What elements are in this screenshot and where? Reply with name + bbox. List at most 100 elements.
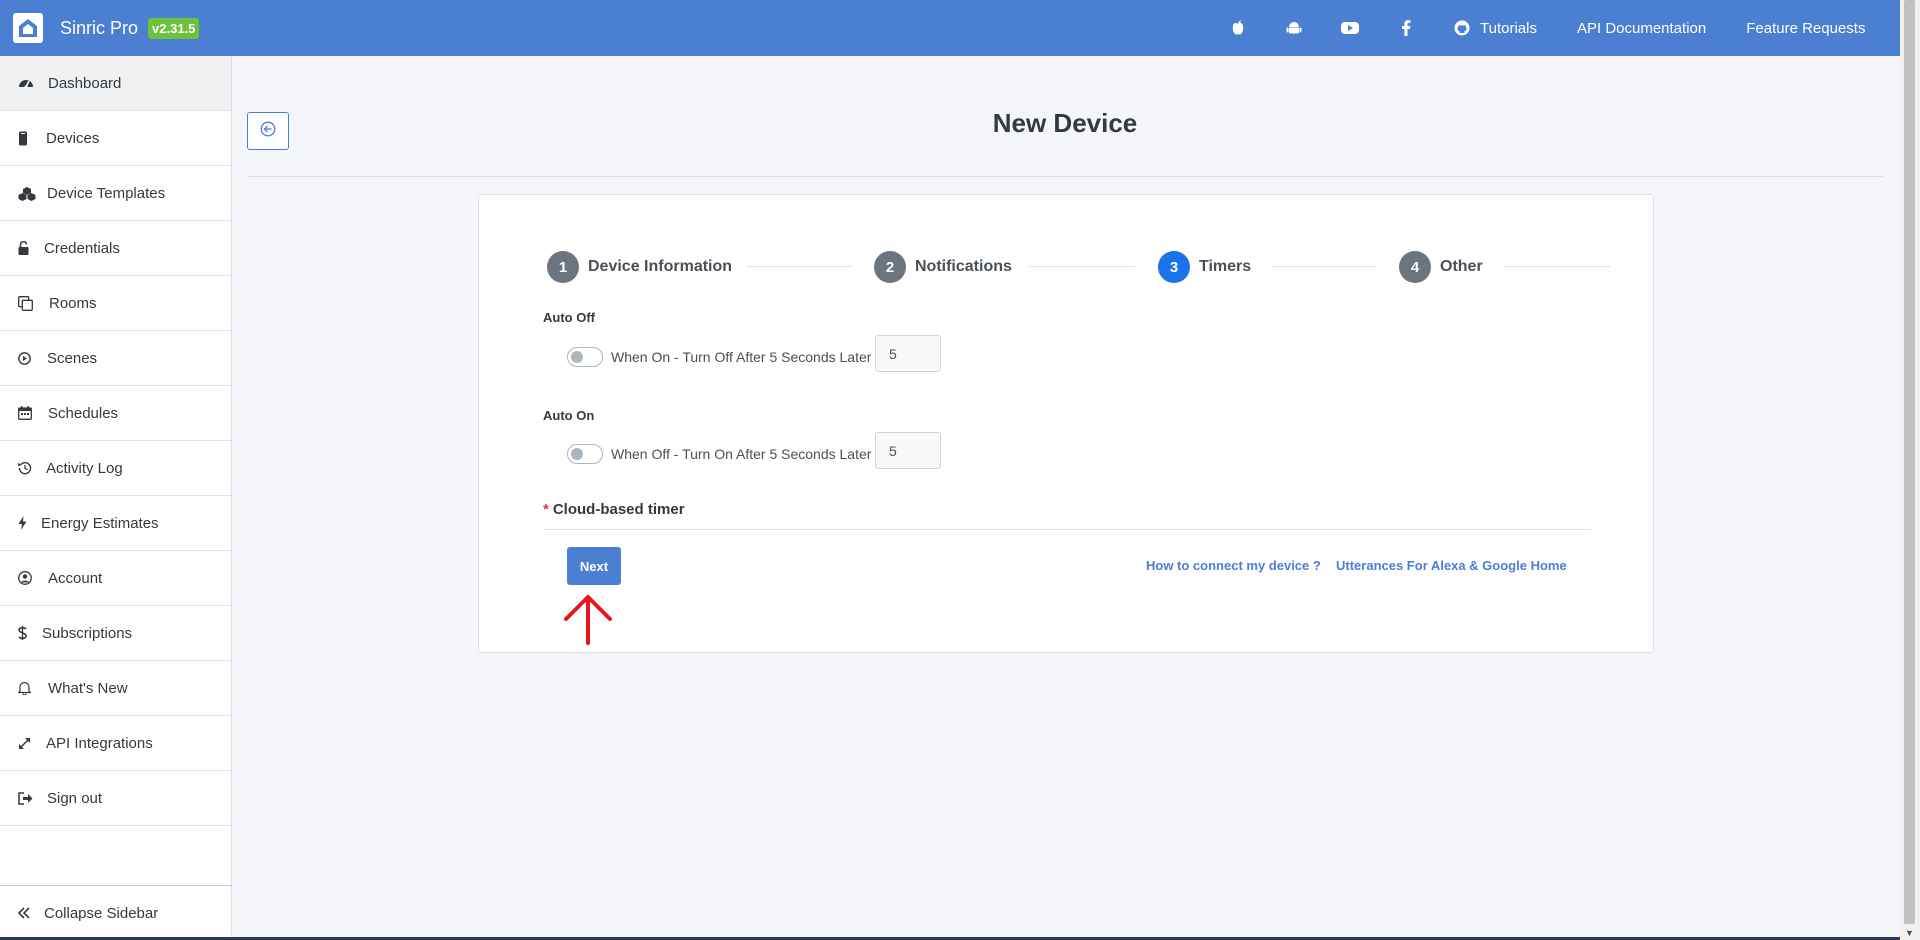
- sidebar-item-label: Devices: [46, 129, 100, 147]
- feature-requests-link[interactable]: Feature Requests: [1746, 20, 1865, 37]
- next-button[interactable]: Next: [567, 547, 621, 585]
- step-connector: [1029, 266, 1135, 267]
- brand[interactable]: Sinric Pro v2.31.5: [0, 0, 200, 56]
- history-icon: [18, 461, 46, 475]
- top-navbar: Sinric Pro v2.31.5 Tutorials API Documen…: [0, 0, 1900, 56]
- step-number: 2: [874, 251, 906, 283]
- sidebar-item-label: Credentials: [44, 239, 120, 257]
- sidebar-item-label: Sign out: [47, 789, 103, 807]
- auto-on-seconds-input[interactable]: [875, 432, 941, 469]
- circle-arrow-left-icon: [260, 121, 276, 142]
- collapse-sidebar-label: Collapse Sidebar: [44, 904, 159, 922]
- scenes-icon: [18, 351, 47, 365]
- sidebar-item-label: What's New: [48, 679, 128, 697]
- cloud-timer-heading: * Cloud-based timer: [543, 501, 685, 518]
- android-icon[interactable]: [1266, 0, 1322, 56]
- device-icon: [18, 131, 46, 146]
- scroll-down-arrow-icon[interactable]: ▼: [1905, 928, 1914, 938]
- sidebar-item-schedules[interactable]: Schedules: [0, 386, 231, 441]
- rooms-icon: [18, 295, 49, 311]
- sidebar-item-label: Activity Log: [46, 459, 123, 477]
- auto-on-description: When Off - Turn On After 5 Seconds Later: [611, 446, 872, 462]
- title-divider: [247, 176, 1884, 177]
- sidebar-item-label: Energy Estimates: [41, 514, 159, 532]
- step-number: 3: [1158, 251, 1190, 283]
- scrollbar-thumb[interactable]: [1904, 0, 1915, 924]
- sidebar-item-dashboard[interactable]: Dashboard: [0, 56, 231, 111]
- version-badge: v2.31.5: [148, 17, 200, 39]
- vertical-scrollbar[interactable]: ▼: [1900, 0, 1920, 940]
- sidebar-item-sign-out[interactable]: Sign out: [0, 771, 231, 826]
- sidebar-item-energy-estimates[interactable]: Energy Estimates: [0, 496, 231, 551]
- step-label: Other: [1440, 258, 1483, 275]
- sidebar-item-activity-log[interactable]: Activity Log: [0, 441, 231, 496]
- sidebar-item-credentials[interactable]: Credentials: [0, 221, 231, 276]
- step-label: Timers: [1199, 258, 1252, 275]
- sidebar-item-subscriptions[interactable]: Subscriptions: [0, 606, 231, 661]
- required-asterisk: *: [543, 501, 549, 518]
- step-label: Notifications: [915, 258, 1012, 275]
- new-device-card: 1 Device Information 2 Notifications 3 T…: [478, 194, 1654, 653]
- bolt-icon: [18, 516, 41, 530]
- step-timers[interactable]: 3 Timers: [1158, 251, 1251, 283]
- sidebar-item-label: Scenes: [47, 349, 98, 367]
- sidebar-item-label: Dashboard: [48, 74, 122, 92]
- facebook-icon[interactable]: [1378, 0, 1434, 56]
- step-connector: [746, 266, 852, 267]
- tutorials-link[interactable]: Tutorials: [1480, 20, 1537, 37]
- sidebar-item-whats-new[interactable]: What's New: [0, 661, 231, 716]
- step-notifications[interactable]: 2 Notifications: [874, 251, 1012, 283]
- double-chevron-left-icon: [18, 907, 44, 919]
- step-label: Device Information: [588, 258, 733, 275]
- youtube-icon[interactable]: [1322, 0, 1378, 56]
- sidebar-item-devices[interactable]: Devices: [0, 111, 231, 166]
- cloud-timer-label: Cloud-based timer: [552, 501, 685, 518]
- sidebar-item-scenes[interactable]: Scenes: [0, 331, 231, 386]
- sidebar-item-api-integrations[interactable]: API Integrations: [0, 716, 231, 771]
- sign-out-icon: [18, 791, 47, 805]
- brand-name: Sinric Pro: [60, 17, 139, 38]
- sidebar-item-label: Schedules: [48, 404, 119, 422]
- dollar-icon: [18, 625, 42, 641]
- templates-icon: [18, 186, 47, 201]
- sidebar-item-device-templates[interactable]: Device Templates: [0, 166, 231, 221]
- sidebar-item-label: API Integrations: [46, 734, 153, 752]
- expand-icon: [18, 737, 46, 750]
- collapse-sidebar-button[interactable]: Collapse Sidebar: [0, 885, 232, 940]
- home-logo-icon: [13, 13, 43, 43]
- step-other[interactable]: 4 Other: [1399, 251, 1483, 283]
- sidebar-item-label: Device Templates: [47, 184, 166, 202]
- step-number: 4: [1399, 251, 1431, 283]
- sidebar-item-label: Subscriptions: [42, 624, 133, 642]
- page-title: New Device: [992, 108, 1138, 138]
- step-device-information[interactable]: 1 Device Information: [547, 251, 732, 283]
- auto-on-toggle[interactable]: [567, 444, 603, 464]
- sidebar-item-account[interactable]: Account: [0, 551, 231, 606]
- auto-on-label: Auto On: [543, 408, 595, 423]
- auto-off-toggle[interactable]: [567, 347, 603, 367]
- toggle-knob: [571, 448, 583, 460]
- unlock-icon: [18, 241, 44, 255]
- toggle-knob: [571, 351, 583, 363]
- dashboard-icon: [18, 76, 48, 90]
- section-divider: [543, 529, 1591, 530]
- auto-off-label: Auto Off: [543, 310, 595, 325]
- sidebar: Dashboard Devices Device Templates Crede…: [0, 56, 232, 940]
- api-documentation-link[interactable]: API Documentation: [1577, 20, 1706, 37]
- step-number: 1: [547, 251, 579, 283]
- sidebar-item-rooms[interactable]: Rooms: [0, 276, 231, 331]
- sidebar-item-label: Account: [48, 569, 103, 587]
- auto-off-seconds-input[interactable]: [875, 335, 941, 372]
- sidebar-item-label: Rooms: [49, 294, 97, 312]
- apple-icon[interactable]: [1210, 0, 1266, 56]
- bell-icon: [18, 681, 48, 695]
- calendar-icon: [18, 406, 48, 420]
- back-button[interactable]: [247, 112, 289, 150]
- user-circle-icon: [18, 571, 48, 585]
- step-connector: [1271, 266, 1377, 267]
- utterances-link[interactable]: Utterances For Alexa & Google Home: [1336, 558, 1567, 573]
- step-connector: [1504, 266, 1610, 267]
- auto-off-description: When On - Turn Off After 5 Seconds Later: [611, 349, 872, 365]
- how-to-connect-link[interactable]: How to connect my device ?: [1146, 558, 1321, 573]
- red-annotation-arrow-icon: [564, 595, 612, 645]
